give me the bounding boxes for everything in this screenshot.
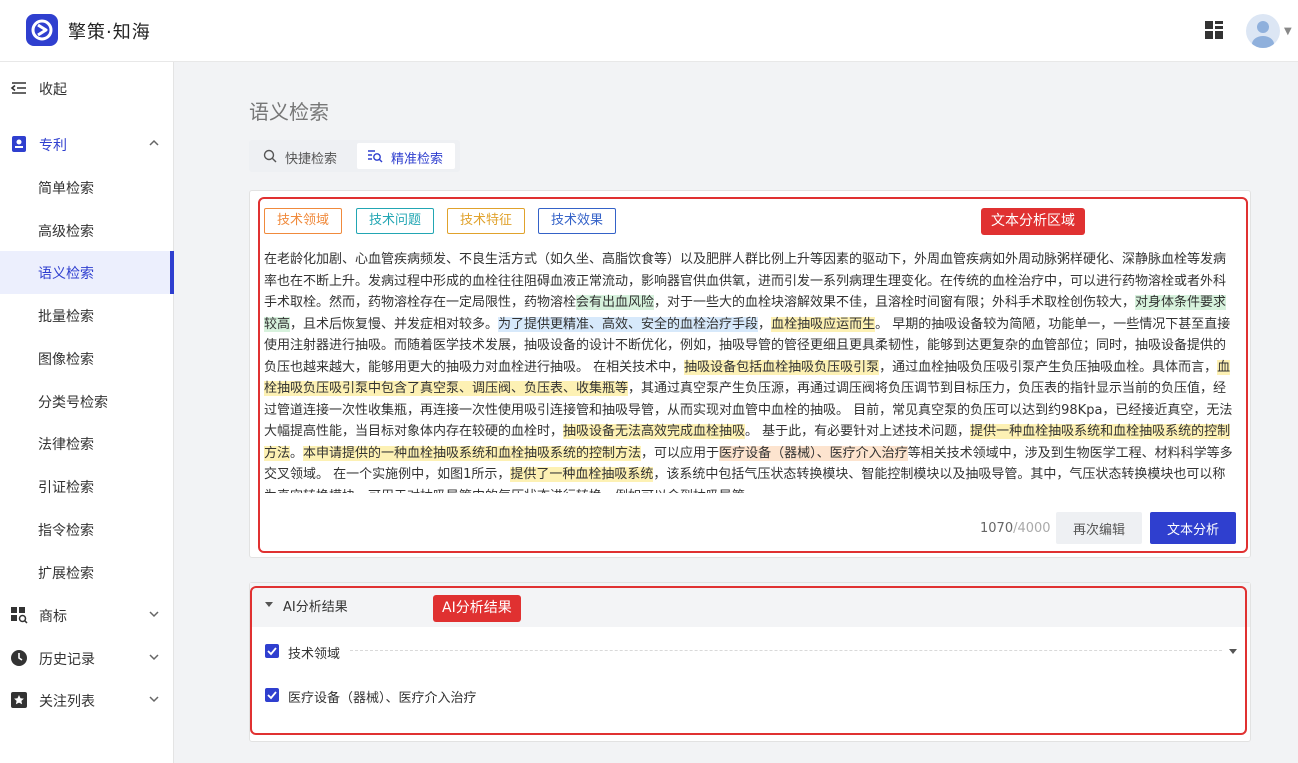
list-search-icon <box>368 150 383 163</box>
text-segment: ，对于一些大的血栓块溶解效果不佳，且溶栓时间窗有限；外科手术取栓创伤较大， <box>654 295 1136 310</box>
sidebar-item-advanced-search[interactable]: 高级检索 <box>0 209 174 252</box>
ai-result-header[interactable]: AI分析结果 AI分析结果 <box>250 583 1250 627</box>
sidebar-item-legal-search[interactable]: 法律检索 <box>0 422 174 465</box>
sidebar-item-watchlist[interactable]: 关注列表 <box>0 679 174 722</box>
avatar-dropdown-icon[interactable]: ▼ <box>1284 26 1292 37</box>
text-segment: ， <box>758 316 772 332</box>
text-segment: 。 <box>290 445 304 461</box>
search-mode-tabs: 快捷检索 精准检索 <box>249 140 460 172</box>
highlighted-text: 会有出血风险 <box>576 295 655 310</box>
result-row-label: 医疗设备（器械）、医疗介入治疗 <box>288 691 477 706</box>
caret-down-icon <box>265 602 273 607</box>
sidebar-item-image-search[interactable]: 图像检索 <box>0 337 174 380</box>
highlighted-text: 医疗设备（器械）、医疗介入治疗 <box>719 445 908 461</box>
divider <box>350 650 1222 651</box>
page-title: 语义检索 <box>249 100 329 124</box>
sidebar-item-patent[interactable]: 专利 <box>0 123 174 166</box>
text-segment: ，可以应用于 <box>641 445 720 461</box>
dropdown-caret-icon[interactable] <box>1228 646 1238 656</box>
top-header: 擎策·知海 ▼ <box>0 0 1298 62</box>
chevron-down-icon <box>149 696 159 703</box>
sidebar-collapse-label: 收起 <box>39 82 67 98</box>
app-title: 擎策·知海 <box>68 22 151 43</box>
text-analysis-area-tag: 文本分析区域 <box>981 208 1085 235</box>
sidebar-item-watchlist-label: 关注列表 <box>39 694 95 710</box>
highlighted-text: 提供了一种血栓抽吸系统 <box>510 467 654 482</box>
sidebar-item-batch-search[interactable]: 批量检索 <box>0 294 174 337</box>
ai-result-title: AI分析结果 <box>283 600 348 615</box>
chip-tech-field[interactable]: 技术领域 <box>264 208 343 234</box>
highlighted-text: 为了提供更精准、高效、安全的血栓治疗手段 <box>498 316 759 332</box>
sidebar-item-trademark[interactable]: 商标 <box>0 594 174 637</box>
star-box-icon <box>11 692 27 708</box>
clock-icon <box>11 650 27 666</box>
app-logo-icon[interactable] <box>26 14 58 46</box>
text-segment: ，且术后恢复慢、并发症相对较多。 <box>290 316 499 332</box>
sidebar: 收起 专利 简单检索 高级检索 语义检索 批量检索 图像检索 分类号检索 法律检… <box>0 62 174 763</box>
chevron-up-icon <box>149 139 159 146</box>
sidebar-item-citation-search[interactable]: 引证检索 <box>0 465 174 508</box>
ai-result-tag: AI分析结果 <box>433 595 521 622</box>
highlighted-text: 抽吸设备包括血栓抽吸负压吸引泵 <box>684 359 880 375</box>
result-row-label: 技术领域 <box>288 647 341 662</box>
sidebar-collapse[interactable]: 收起 <box>0 67 174 110</box>
ai-result-panel: AI分析结果 AI分析结果 技术领域 医疗设备（器械）、医疗介入治疗 <box>249 582 1251 742</box>
collapse-icon <box>10 82 26 94</box>
tab-fast-search[interactable]: 快捷检索 <box>259 143 355 169</box>
highlighted-text: 抽吸设备无法高效完成血栓抽吸 <box>563 424 746 439</box>
sidebar-item-semantic-search[interactable]: 语义检索 <box>0 251 174 294</box>
chevron-down-icon <box>149 654 159 661</box>
char-count-max: /4000 <box>1013 521 1051 536</box>
text-segment: 。 基于此，有必要针对上述技术问题， <box>745 424 971 439</box>
chip-tech-effect[interactable]: 技术效果 <box>538 208 617 234</box>
tab-precise-search[interactable]: 精准检索 <box>357 143 455 169</box>
sidebar-item-history-label: 历史记录 <box>39 652 95 668</box>
sidebar-item-simple-search[interactable]: 简单检索 <box>0 166 174 209</box>
sidebar-item-classification-search[interactable]: 分类号检索 <box>0 380 174 423</box>
search-icon <box>263 149 277 163</box>
user-avatar[interactable] <box>1246 14 1280 48</box>
analyze-button[interactable]: 文本分析 <box>1150 512 1236 544</box>
sidebar-item-patent-label: 专利 <box>39 138 67 154</box>
chip-tech-feature[interactable]: 技术特征 <box>447 208 526 234</box>
reedit-button[interactable]: 再次编辑 <box>1056 512 1142 544</box>
char-counter: 1070/4000 <box>980 521 1051 536</box>
chip-tech-problem[interactable]: 技术问题 <box>356 208 435 234</box>
checkbox[interactable] <box>265 644 279 658</box>
highlighted-text: 本申请提供的一种血栓抽吸系统和血栓抽吸系统的控制方法 <box>303 445 642 461</box>
sidebar-item-extended-search[interactable]: 扩展检索 <box>0 551 174 594</box>
text-analysis-panel: 技术领域 技术问题 技术特征 技术效果 文本分析区域 在老龄化加剧、心血管疾病频… <box>249 190 1251 558</box>
apps-grid-icon[interactable] <box>1204 20 1224 40</box>
sidebar-item-history[interactable]: 历史记录 <box>0 637 174 680</box>
checkbox[interactable] <box>265 688 279 702</box>
sidebar-item-command-search[interactable]: 指令检索 <box>0 508 174 551</box>
text-segment: ，通过血栓抽吸负压吸引泵产生负压抽吸血栓。具体而言， <box>879 359 1218 375</box>
trademark-icon <box>11 607 28 624</box>
sidebar-item-trademark-label: 商标 <box>39 609 67 625</box>
chevron-down-icon <box>149 611 159 618</box>
char-count: 1070 <box>980 521 1014 536</box>
highlighted-text: 血栓抽吸应运而生 <box>771 316 876 332</box>
analysis-text[interactable]: 在老龄化加剧、心血管疾病频发、不良生活方式（如久坐、高脂饮食等）以及肥胖人群比例… <box>264 249 1237 493</box>
patent-icon <box>12 136 26 152</box>
